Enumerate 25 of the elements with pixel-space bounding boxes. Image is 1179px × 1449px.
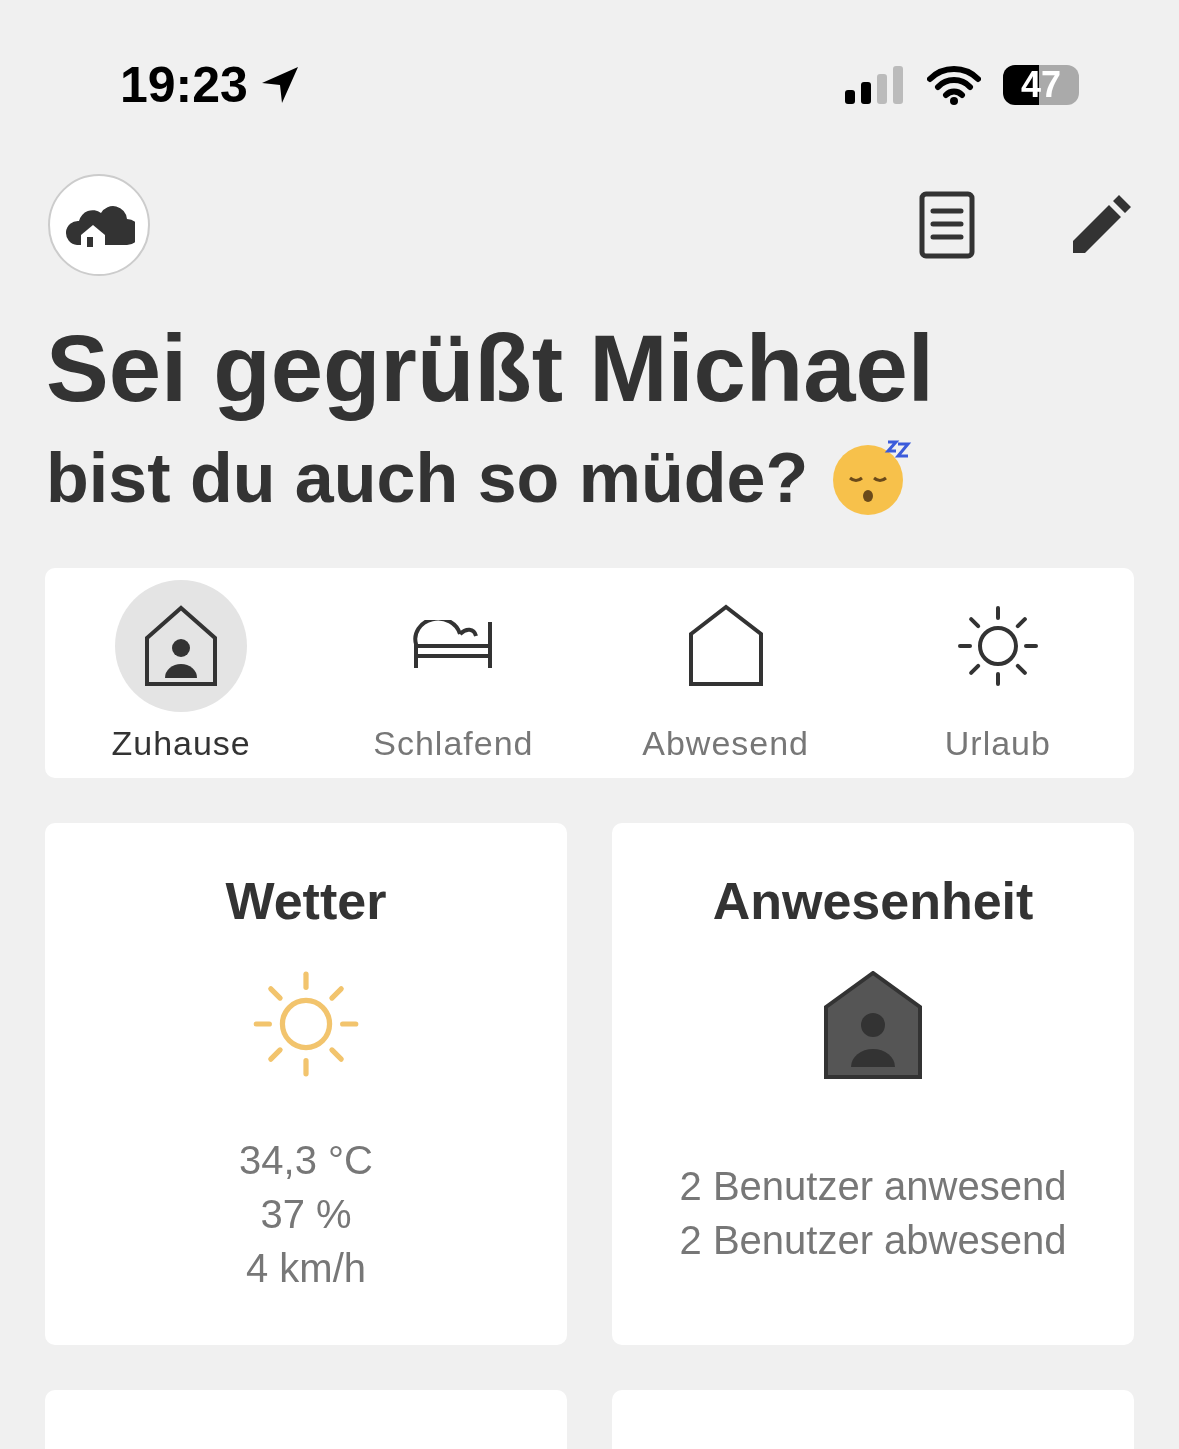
weather-value: 4 km/h — [245, 1245, 366, 1293]
sleeping-face-icon — [832, 440, 913, 517]
document-icon — [919, 191, 975, 259]
wifi-icon — [927, 65, 981, 105]
document-button[interactable] — [919, 191, 975, 259]
sun-icon — [955, 604, 1040, 689]
pencil-icon — [1071, 195, 1131, 255]
greeting-subtitle: bist du auch so müde? — [46, 438, 809, 519]
greeting-title: Sei gegrüßt Michael — [46, 317, 935, 421]
presence-text: 2 Benutzer abwesend — [679, 1217, 1067, 1265]
weather-value: 34,3 °C — [239, 1137, 373, 1185]
weather-value: 37 % — [260, 1191, 352, 1239]
status-time: 19:23 — [120, 56, 248, 114]
mode-tab[interactable]: Urlaub — [861, 568, 1134, 779]
edit-button[interactable] — [1071, 195, 1131, 255]
home-person-icon — [143, 604, 220, 689]
tile-title: Anwesenheit — [712, 871, 1034, 932]
presence-text: 2 Benutzer anwesend — [679, 1163, 1067, 1211]
mode-tab[interactable]: Zuhause — [45, 568, 318, 779]
home-person-icon — [824, 971, 922, 1080]
mode-tab[interactable]: Abwesend — [589, 568, 862, 779]
mode-tab[interactable]: Schlafend — [317, 568, 590, 779]
house-icon — [687, 604, 764, 689]
tile-title: Wetter — [225, 871, 387, 932]
signal-icon — [845, 66, 905, 104]
